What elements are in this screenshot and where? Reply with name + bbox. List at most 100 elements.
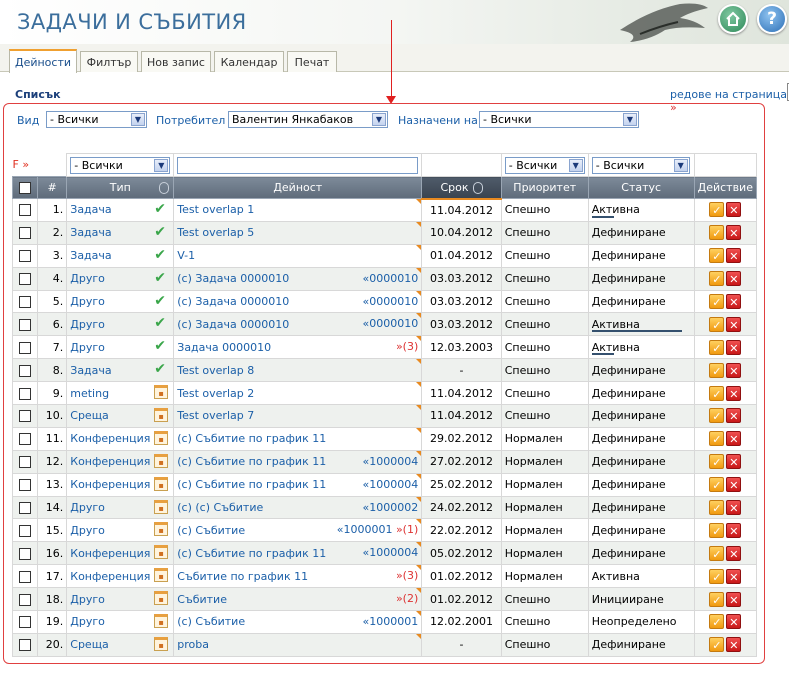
view-select[interactable]: - Всички ▼: [46, 111, 147, 128]
parent-ref[interactable]: «0000010: [363, 317, 419, 330]
delete-x-icon[interactable]: ✕: [726, 339, 742, 355]
delete-x-icon[interactable]: ✕: [726, 362, 742, 378]
select-all-checkbox[interactable]: [19, 182, 32, 194]
activity-link[interactable]: Събитие по график 11: [177, 570, 308, 583]
type-link[interactable]: Друго: [70, 341, 105, 354]
reference-link[interactable]: »(2): [396, 592, 418, 605]
edit-check-icon[interactable]: ✓: [709, 294, 725, 309]
reference-link[interactable]: «1000004: [363, 546, 419, 559]
parent-ref[interactable]: «1000004: [363, 478, 419, 491]
col-activity[interactable]: Дейност: [173, 176, 423, 199]
row-checkbox[interactable]: [19, 227, 32, 240]
col-deadline[interactable]: Срок: [421, 176, 502, 200]
activity-filter-input[interactable]: [177, 156, 419, 174]
parent-ref[interactable]: «1000001: [363, 615, 419, 628]
parent-ref[interactable]: «0000010: [363, 295, 419, 308]
tab-new-record[interactable]: Нов запис: [141, 51, 211, 72]
delete-x-icon[interactable]: ✕: [726, 294, 742, 309]
row-checkbox[interactable]: [19, 502, 32, 515]
row-checkbox[interactable]: [19, 570, 32, 583]
type-link[interactable]: Друго: [70, 501, 105, 514]
type-link[interactable]: Конференция: [70, 478, 150, 491]
edit-check-icon[interactable]: ✓: [709, 271, 725, 287]
row-checkbox[interactable]: [19, 364, 32, 377]
edit-check-icon[interactable]: ✓: [709, 614, 725, 630]
reference-link[interactable]: «0000010: [363, 272, 419, 285]
row-checkbox[interactable]: [19, 250, 32, 263]
row-checkbox[interactable]: [19, 547, 32, 560]
activity-link[interactable]: Test overlap 8: [177, 364, 254, 377]
tab-calendar[interactable]: Календар: [214, 51, 284, 72]
type-link[interactable]: Среща: [70, 409, 109, 422]
type-link[interactable]: Задача: [70, 364, 111, 377]
activity-link[interactable]: (c) Събитие: [177, 524, 245, 537]
reference-link[interactable]: »(3): [396, 569, 418, 582]
delete-x-icon[interactable]: ✕: [726, 545, 742, 561]
reference-link[interactable]: «1000001 »(1): [337, 523, 419, 536]
row-checkbox[interactable]: [19, 616, 32, 629]
delete-x-icon[interactable]: ✕: [726, 202, 742, 218]
assigned-select[interactable]: - Всички ▼: [479, 111, 639, 128]
activity-link[interactable]: Събитие: [177, 593, 227, 606]
delete-x-icon[interactable]: ✕: [726, 385, 742, 401]
activity-link[interactable]: Test overlap 2: [177, 387, 254, 400]
activity-link[interactable]: (c) Задача 0000010: [177, 295, 289, 308]
reference-link[interactable]: «0000010: [363, 295, 419, 308]
children-ref[interactable]: »(3): [396, 340, 418, 353]
edit-check-icon[interactable]: ✓: [709, 431, 725, 447]
user-select[interactable]: Валентин Янкабаков ▼: [228, 111, 388, 128]
edit-check-icon[interactable]: ✓: [709, 545, 725, 561]
edit-check-icon[interactable]: ✓: [709, 500, 725, 516]
delete-x-icon[interactable]: ✕: [726, 568, 742, 584]
activity-link[interactable]: Test overlap 1: [177, 203, 254, 216]
delete-x-icon[interactable]: ✕: [726, 500, 742, 516]
edit-check-icon[interactable]: ✓: [709, 408, 725, 424]
delete-x-icon[interactable]: ✕: [726, 454, 742, 470]
activity-link[interactable]: (c) (c) Събитие: [177, 501, 263, 514]
type-link[interactable]: Друго: [70, 593, 105, 606]
parent-ref[interactable]: «1000004: [363, 546, 419, 559]
delete-x-icon[interactable]: ✕: [726, 431, 742, 447]
activity-link[interactable]: Test overlap 7: [177, 409, 254, 422]
edit-check-icon[interactable]: ✓: [709, 202, 725, 218]
reference-link[interactable]: «1000002: [363, 501, 419, 514]
edit-check-icon[interactable]: ✓: [709, 477, 725, 493]
edit-check-icon[interactable]: ✓: [709, 339, 725, 355]
priority-filter-select[interactable]: - Всички ▼: [504, 156, 585, 174]
reference-link[interactable]: «0000010: [363, 317, 419, 330]
row-checkbox[interactable]: [19, 204, 32, 217]
row-checkbox[interactable]: [19, 479, 32, 492]
parent-ref[interactable]: «0000010: [363, 272, 419, 285]
reference-link[interactable]: »(3): [396, 340, 418, 353]
parent-ref[interactable]: «1000002: [363, 501, 419, 514]
row-checkbox[interactable]: [19, 524, 32, 537]
delete-x-icon[interactable]: ✕: [726, 591, 742, 607]
delete-x-icon[interactable]: ✕: [726, 248, 742, 264]
activity-link[interactable]: (c) Задача 0000010: [177, 318, 289, 331]
edit-check-icon[interactable]: ✓: [709, 568, 725, 584]
f-filter-link[interactable]: F »: [13, 158, 30, 171]
activity-link[interactable]: Задача 0000010: [177, 341, 271, 354]
type-link[interactable]: Задача: [70, 226, 111, 239]
type-link[interactable]: Друго: [70, 295, 105, 308]
activity-link[interactable]: proba: [177, 638, 209, 651]
delete-x-icon[interactable]: ✕: [726, 637, 742, 653]
row-checkbox[interactable]: [19, 341, 32, 354]
children-ref[interactable]: »(3): [396, 569, 418, 582]
row-checkbox[interactable]: [19, 593, 32, 606]
type-link[interactable]: Друго: [70, 615, 105, 628]
reference-link[interactable]: «1000004: [363, 455, 419, 468]
activity-link[interactable]: Test overlap 5: [177, 226, 254, 239]
edit-check-icon[interactable]: ✓: [709, 385, 725, 401]
edit-check-icon[interactable]: ✓: [709, 316, 725, 332]
col-status[interactable]: Статус: [587, 176, 695, 199]
home-button[interactable]: [718, 4, 748, 34]
type-link[interactable]: Задача: [70, 203, 111, 216]
children-ref[interactable]: »(1): [396, 523, 418, 536]
row-checkbox[interactable]: [19, 387, 32, 400]
delete-x-icon[interactable]: ✕: [726, 316, 742, 332]
reference-link[interactable]: «1000004: [363, 478, 419, 491]
tab-print[interactable]: Печат: [287, 51, 337, 72]
col-priority[interactable]: Приоритет: [500, 176, 589, 199]
type-link[interactable]: Друго: [70, 524, 105, 537]
